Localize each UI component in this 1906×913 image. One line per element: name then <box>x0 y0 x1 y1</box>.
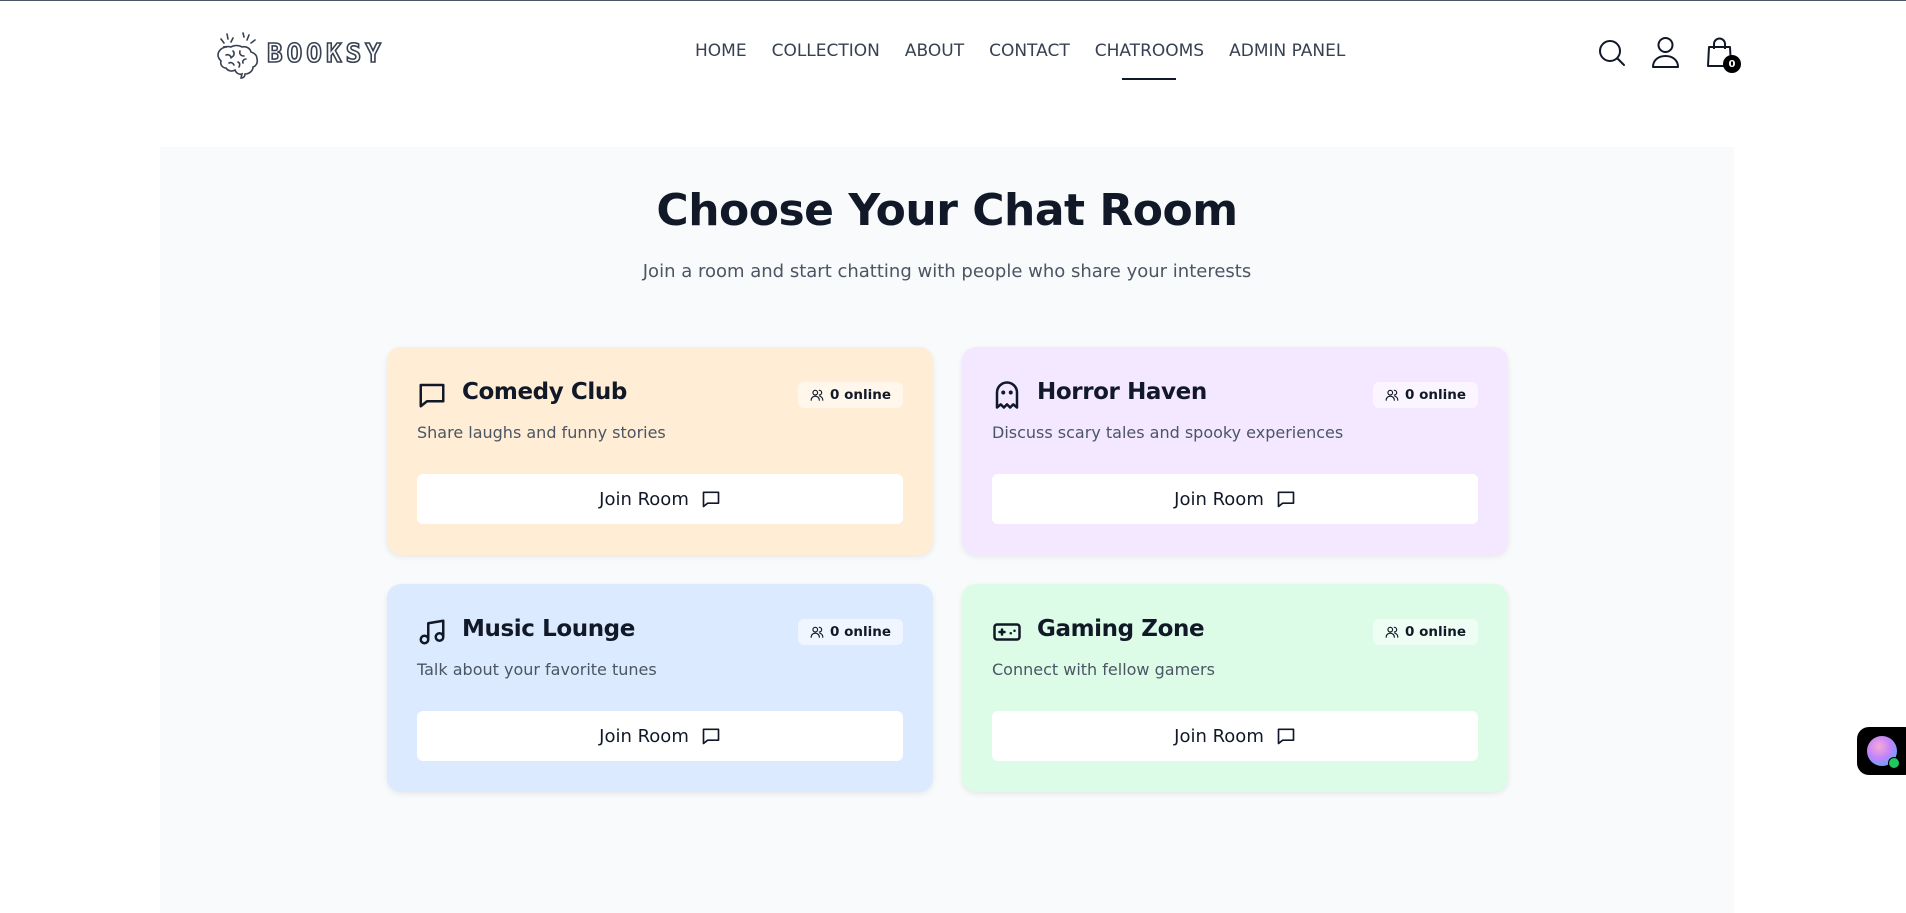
room-description: Discuss scary tales and spooky experienc… <box>992 423 1344 442</box>
music-icon <box>417 617 447 647</box>
message-square-icon <box>702 491 720 508</box>
join-room-label: Join Room <box>599 725 689 747</box>
online-count-text: 0 online <box>1404 387 1466 403</box>
join-room-label: Join Room <box>1174 725 1264 747</box>
join-room-button[interactable]: Join Room <box>417 711 903 761</box>
users-icon <box>1385 626 1399 638</box>
nav-admin-panel[interactable]: ADMIN PANEL <box>1229 41 1345 61</box>
page-title: Choose Your Chat Room <box>656 185 1238 236</box>
room-title: Music Lounge <box>462 616 635 642</box>
room-title: Comedy Club <box>462 379 627 405</box>
cart-count-badge: 0 <box>1723 55 1741 73</box>
users-icon <box>810 389 824 401</box>
join-room-button[interactable]: Join Room <box>992 711 1478 761</box>
online-count-text: 0 online <box>1404 624 1466 640</box>
join-room-label: Join Room <box>1174 488 1264 510</box>
online-count-badge: 0 online <box>797 382 903 408</box>
message-square-icon <box>1277 491 1295 508</box>
logo-text: BOOKSY <box>266 38 385 70</box>
nav-chatrooms[interactable]: CHATROOMS <box>1095 41 1204 80</box>
nav-about[interactable]: ABOUT <box>905 41 964 61</box>
account-button[interactable] <box>1650 35 1681 69</box>
online-count-text: 0 online <box>829 387 891 403</box>
user-icon <box>1652 37 1679 68</box>
room-description: Connect with fellow gamers <box>992 660 1215 679</box>
nav-home[interactable]: HOME <box>695 41 747 61</box>
chatrooms-section: Choose Your Chat Room Join a room and st… <box>160 147 1734 913</box>
main-nav: HOME COLLECTION ABOUT CONTACT CHATROOMS … <box>695 41 1345 80</box>
cart-button[interactable]: 0 <box>1704 35 1741 73</box>
online-count-badge: 0 online <box>797 619 903 645</box>
logo[interactable]: BOOKSY <box>213 29 385 79</box>
users-icon <box>1385 389 1399 401</box>
room-card-music-lounge: Music Lounge 0 online Talk about your fa… <box>387 584 933 792</box>
room-description: Talk about your favorite tunes <box>417 660 657 679</box>
join-room-button[interactable]: Join Room <box>992 474 1478 524</box>
room-title: Horror Haven <box>1037 379 1207 405</box>
room-card-horror-haven: Horror Haven 0 online Discuss scary tale… <box>962 347 1508 555</box>
message-square-icon <box>702 728 720 745</box>
users-icon <box>810 626 824 638</box>
online-count-badge: 0 online <box>1372 619 1478 645</box>
nav-contact[interactable]: CONTACT <box>989 41 1070 61</box>
page-subtitle: Join a room and start chatting with peop… <box>642 261 1252 282</box>
join-room-button[interactable]: Join Room <box>417 474 903 524</box>
room-card-gaming-zone: Gaming Zone 0 online Connect with fellow… <box>962 584 1508 792</box>
join-room-label: Join Room <box>599 488 689 510</box>
search-icon <box>1599 40 1625 66</box>
message-square-icon <box>1277 728 1295 745</box>
brain-icon <box>217 32 259 79</box>
ghost-icon <box>992 380 1022 410</box>
room-title: Gaming Zone <box>1037 616 1205 642</box>
header-actions: 0 <box>1596 35 1741 73</box>
message-square-icon <box>417 380 447 410</box>
search-button[interactable] <box>1596 35 1627 69</box>
online-count-text: 0 online <box>829 624 891 640</box>
room-description: Share laughs and funny stories <box>417 423 666 442</box>
chat-widget-button[interactable] <box>1857 727 1906 775</box>
nav-collection[interactable]: COLLECTION <box>772 41 880 61</box>
gamepad-icon <box>992 617 1022 647</box>
room-card-comedy-club: Comedy Club 0 online Share laughs and fu… <box>387 347 933 555</box>
online-status-dot <box>1888 757 1900 769</box>
online-count-badge: 0 online <box>1372 382 1478 408</box>
